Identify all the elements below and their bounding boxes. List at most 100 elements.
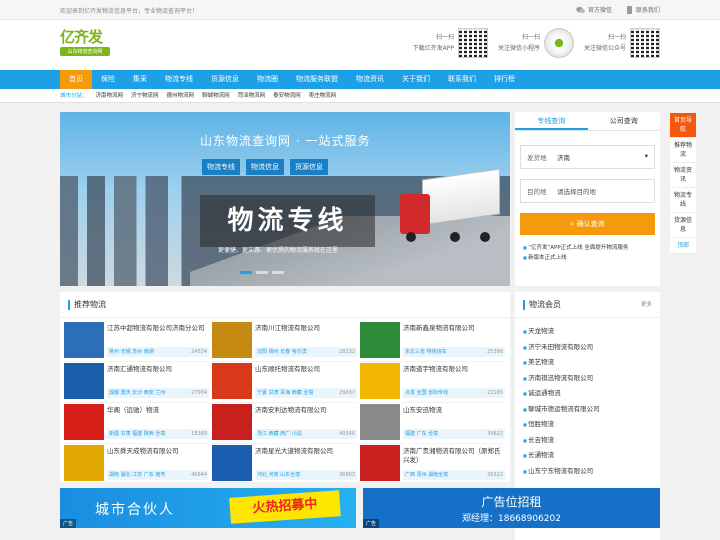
company-name: 华阁（远驰）物流 <box>107 406 159 414</box>
company-routes: 沈阳 锦州 长春 哈尔滨 28232 <box>255 347 357 357</box>
nav-cargo[interactable]: 货源信息 <box>202 70 248 89</box>
city-link[interactable]: 菏泽物流网 <box>238 89 266 103</box>
banner-button-lines[interactable]: 物流专线 <box>202 159 240 175</box>
company-card[interactable]: 济南道宇物流有限公司 点发 全国 省际专线 22185 <box>360 363 505 403</box>
company-card[interactable]: 江苏中超物流有限公司济南分公司 常州 无锡 苏州 南通 24534 <box>64 322 209 362</box>
logo-main: 亿齐发 <box>60 28 103 46</box>
member-item[interactable]: 长通物流 <box>523 448 660 464</box>
site-logo[interactable]: 亿齐发 山东物流查询网 <box>60 29 110 61</box>
company-views: 25386 <box>487 349 503 355</box>
company-logo <box>212 445 252 481</box>
news-item[interactable]: 新版本正式上线 <box>523 253 652 263</box>
company-route-text: 湖南 湖北 江苏 广东 南粤 <box>109 472 166 478</box>
company-routes: 广西 贵州 湖南全境 36322 <box>403 470 505 480</box>
city-link[interactable]: 泰安物流网 <box>273 89 301 103</box>
company-card[interactable]: 济南川江物流有限公司沈阳 锦州 长春 哈尔滨 28232 <box>212 322 357 362</box>
destination-input[interactable]: 目的地 请选择目的地 <box>520 179 655 203</box>
company-logo <box>64 363 104 399</box>
city-link[interactable]: 聊城物流网 <box>202 89 230 103</box>
tab-line-search[interactable]: 专线查询 <box>515 112 588 130</box>
company-name: 济南星光大道物流有限公司 <box>255 447 333 455</box>
company-card[interactable]: 山东安迅物流 福建 广东 全境 39822 <box>360 404 505 444</box>
city-link[interactable]: 枣庄物流网 <box>309 89 337 103</box>
member-item[interactable]: 天龙物流 <box>523 324 660 340</box>
banner-button-cargo[interactable]: 货源信息 <box>290 159 328 175</box>
destination-label: 目的地 <box>527 188 547 196</box>
side-nav-home[interactable]: 首页导航 <box>670 113 696 138</box>
nav-alliance[interactable]: 物流服务联盟 <box>287 70 347 89</box>
company-card[interactable]: 济南汇通物流有限公司 成都 重庆 长沙 西安 兰州 27904 <box>64 363 209 403</box>
hero-banner[interactable]: 山东物流查询网 · 一站式服务 物流专线 物流信息 货源信息 物流专线 更便捷、… <box>60 112 510 286</box>
company-card[interactable]: 华阁（远驰）物流 新疆 甘肃 福建 陕西 全境 18389 <box>64 404 209 444</box>
member-item[interactable]: 济南祺迅物流有限公司 <box>523 371 660 387</box>
ad-city-partner[interactable]: 城市合伙人 火热招募中 广告 <box>60 488 356 528</box>
company-name: 山东顺托物流有限公司 <box>255 365 320 373</box>
qr-mini-line2: 关注微信小程序 <box>497 45 540 52</box>
member-item[interactable]: 聊城市德运物流有限公司 <box>523 402 660 418</box>
member-item[interactable]: 长吉物流 <box>523 433 660 449</box>
nav-insurance[interactable]: 保险 <box>92 70 124 89</box>
company-card[interactable]: 济南广贵湘物流有限公司（原郑氏兴发） 广西 贵州 湖南全境 36322 <box>360 445 505 485</box>
nav-contact[interactable]: 联系我们 <box>439 70 485 89</box>
company-routes: 点发 全国 省际专线 22185 <box>403 388 505 398</box>
nav-about[interactable]: 关于我们 <box>393 70 439 89</box>
tab-company-search[interactable]: 公司查询 <box>588 112 661 130</box>
wechat-link[interactable]: 官方微信 <box>576 5 612 14</box>
nav-lines[interactable]: 物流专线 <box>156 70 202 89</box>
search-button[interactable]: ⌕ 确认查询 <box>520 213 655 235</box>
qr-app: 扫一扫 下载亿齐发APP <box>413 28 488 58</box>
side-nav-top[interactable]: 顶部 <box>670 238 696 254</box>
company-card[interactable]: 山东顺托物流有限公司 宁夏 甘肃 青海 西藏 全境 29037 <box>212 363 357 403</box>
member-item[interactable]: 恒胜物流 <box>523 417 660 433</box>
chevron-down-icon: ▾ <box>644 152 648 160</box>
company-card[interactable]: 济南新鑫泉物流有限公司 东北三省 特快班车 25386 <box>360 322 505 362</box>
company-logo <box>360 363 400 399</box>
members-more-link[interactable]: 更多 <box>641 292 652 318</box>
company-logo <box>212 404 252 440</box>
member-item[interactable]: 美艺物流 <box>523 355 660 371</box>
side-nav-recommend[interactable]: 推荐物流 <box>670 138 696 163</box>
member-item[interactable]: 济宁禾田物流有限公司 <box>523 340 660 356</box>
company-card[interactable]: 济南星光大道物流有限公司 河北 河南 山东全境 36803 <box>212 445 357 485</box>
city-link[interactable]: 德州物流网 <box>167 89 195 103</box>
company-logo <box>64 404 104 440</box>
side-nav-lines[interactable]: 物流专线 <box>670 188 696 213</box>
city-link[interactable]: 济南物流网 <box>96 89 124 103</box>
ad-space-rental[interactable]: 广告位招租 郑经理：18668906202 广告 <box>363 488 660 528</box>
company-views: 24534 <box>191 349 207 355</box>
contact-link[interactable]: 联系我们 <box>626 5 660 14</box>
company-logo <box>212 322 252 358</box>
city-link[interactable]: 济宁物流网 <box>131 89 159 103</box>
nav-ranking[interactable]: 排行榜 <box>485 70 524 89</box>
company-views: 36803 <box>339 472 355 478</box>
company-card[interactable]: 济南安利达物流有限公司 浙江 西藏 西广 川渝 40546 <box>212 404 357 444</box>
company-card[interactable]: 山东舜天成物流有限公司 湖南 湖北 江苏 广东 南粤 46644 <box>64 445 209 485</box>
member-item[interactable]: 诚运通物流 <box>523 386 660 402</box>
member-item[interactable]: 山东宁东物流有限公司 <box>523 464 660 480</box>
nav-circle[interactable]: 物流圈 <box>248 70 287 89</box>
carousel-dot[interactable] <box>240 271 252 274</box>
company-route-text: 成都 重庆 长沙 西安 兰州 <box>109 390 166 396</box>
wechat-icon <box>576 6 585 13</box>
nav-news[interactable]: 物流资讯 <box>347 70 393 89</box>
recommend-title: 推荐物流 <box>74 300 106 309</box>
company-name: 济南川江物流有限公司 <box>255 324 320 332</box>
logo-sub: 山东物流查询网 <box>60 47 110 56</box>
news-item[interactable]: “亿齐发”APP正式上线 全面提升物流服务 <box>523 243 652 253</box>
carousel-dot[interactable] <box>272 271 284 274</box>
company-routes: 常州 无锡 苏州 南通 24534 <box>107 347 209 357</box>
nav-home[interactable]: 首页 <box>60 70 92 89</box>
company-name: 济南新鑫泉物流有限公司 <box>403 324 475 332</box>
company-name: 济南广贵湘物流有限公司（原郑氏兴发） <box>403 447 501 464</box>
banner-button-info[interactable]: 物流信息 <box>246 159 284 175</box>
company-views: 29037 <box>339 390 355 396</box>
carousel-dot[interactable] <box>256 271 268 274</box>
side-nav-news[interactable]: 物流资讯 <box>670 163 696 188</box>
top-links: 官方微信 联系我们 <box>576 5 660 14</box>
members-header: 物流会员 更多 <box>515 292 660 318</box>
side-nav-cargo[interactable]: 货源信息 <box>670 213 696 238</box>
origin-select[interactable]: 发货地 济南 ▾ <box>520 145 655 169</box>
nav-procurement[interactable]: 集采 <box>124 70 156 89</box>
company-views: 18389 <box>191 431 207 437</box>
company-logo <box>212 363 252 399</box>
